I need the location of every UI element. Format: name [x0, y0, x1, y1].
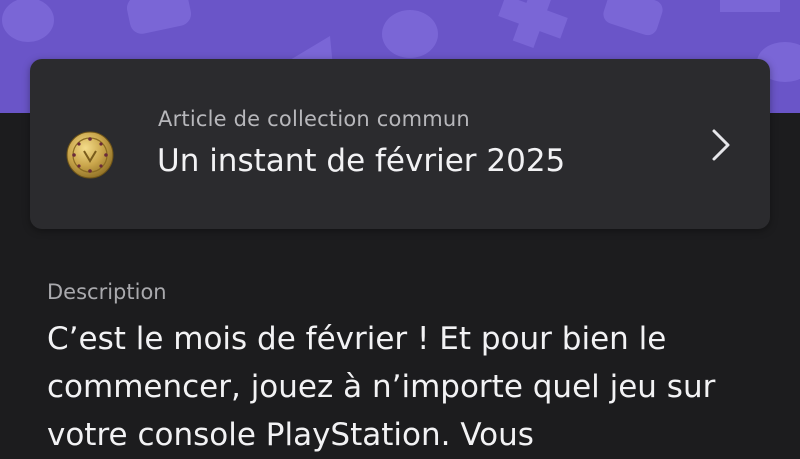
collectible-title: Un instant de février 2025 — [157, 143, 566, 179]
rounded-shape — [603, 0, 663, 36]
collectible-card[interactable]: Article de collection commun Un instant … — [30, 59, 770, 229]
chevron-right-icon — [712, 129, 730, 161]
circle-shape — [382, 10, 438, 58]
description-heading: Description — [47, 280, 167, 304]
rarity-label: Article de collection commun — [158, 107, 470, 131]
cross-shape — [498, 0, 568, 49]
gold-medal-icon — [66, 131, 114, 179]
circle-shape — [2, 0, 54, 42]
description-text: C’est le mois de février ! Et pour bien … — [47, 321, 716, 453]
rounded-shape — [126, 0, 192, 34]
bar-shape — [720, 0, 780, 12]
